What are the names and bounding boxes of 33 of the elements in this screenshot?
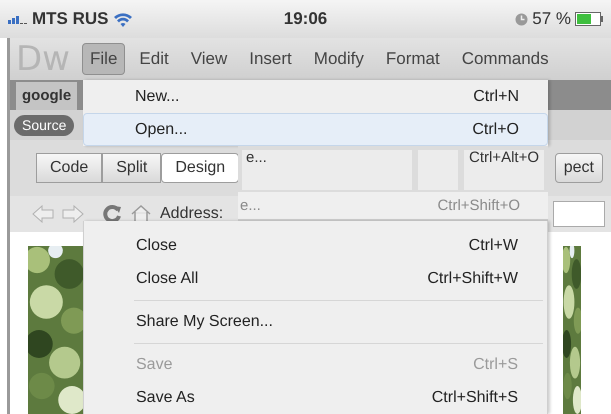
address-field[interactable] <box>553 201 605 227</box>
wifi-icon <box>112 12 132 26</box>
menu-item[interactable]: Save As Ctrl+Shift+S <box>84 381 547 414</box>
menu-item[interactable]: New... Ctrl+N <box>83 80 548 113</box>
menu-item[interactable]: Close All Ctrl+Shift+W <box>84 262 547 295</box>
clock-icon <box>515 12 528 26</box>
document-tab[interactable]: google <box>16 82 78 110</box>
menu-item[interactable]: Close Ctrl+W <box>84 229 547 262</box>
menu-title[interactable]: View <box>182 43 236 75</box>
menu-title[interactable]: Modify <box>306 43 372 75</box>
back-arrow-icon <box>32 205 54 223</box>
menu-title[interactable]: File <box>82 43 126 75</box>
menu-item[interactable]: Open... Ctrl+O <box>83 113 548 146</box>
forward-arrow-icon <box>62 205 84 223</box>
battery-percent: 57 % <box>532 8 571 30</box>
refresh-icon <box>102 204 122 224</box>
signal-icon <box>8 14 28 24</box>
inspect-button[interactable]: pect <box>554 153 603 183</box>
battery-icon <box>574 12 603 26</box>
carrier-name: MTS RUS <box>32 8 108 30</box>
menu-title[interactable]: Edit <box>131 43 177 75</box>
view-button[interactable]: Split <box>102 153 162 183</box>
menu-title[interactable]: Commands <box>454 43 557 75</box>
menu-item[interactable]: Share My Screen... <box>84 305 547 338</box>
source-button[interactable]: Source <box>14 114 74 136</box>
view-button[interactable]: Design <box>161 153 240 183</box>
clock-time: 19:06 <box>282 8 328 30</box>
toolbar-fragment: Ctrl+Alt+O <box>464 150 544 190</box>
toolbar-fragment: e... <box>242 150 412 190</box>
menu-title[interactable]: Format <box>378 43 448 75</box>
menu-title[interactable]: Insert <box>241 43 300 75</box>
view-button[interactable]: Code <box>36 153 102 183</box>
address-label: Address: <box>160 204 224 224</box>
